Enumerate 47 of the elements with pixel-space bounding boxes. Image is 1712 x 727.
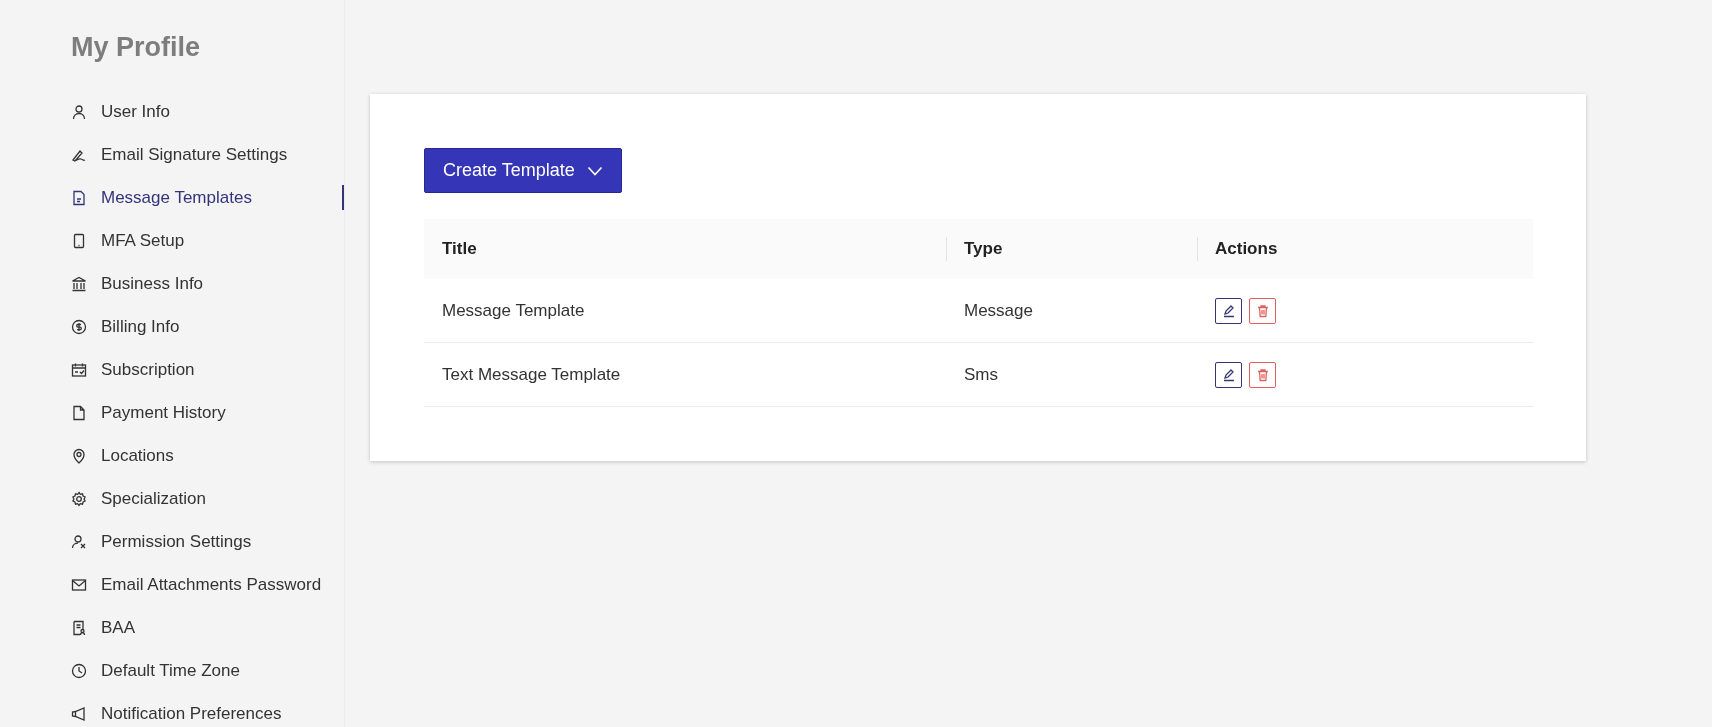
page-title: My Profile — [71, 32, 202, 63]
calendar-icon — [71, 361, 87, 378]
sidebar-item[interactable]: Email Signature Settings — [71, 133, 344, 176]
sidebar-item[interactable]: Billing Info — [71, 305, 344, 348]
sidebar-item[interactable]: Payment History — [71, 391, 344, 434]
sidebar-item[interactable]: Subscription — [71, 348, 344, 391]
sidebar-item[interactable]: Permission Settings — [71, 520, 344, 563]
create-template-button[interactable]: Create Template — [424, 148, 622, 193]
tablet-icon — [71, 232, 87, 249]
table-cell: Text Message Template — [424, 342, 946, 407]
dollar-icon — [71, 318, 87, 335]
gear-icon — [71, 490, 87, 507]
edit-button[interactable] — [1215, 361, 1242, 388]
file-icon — [71, 404, 87, 421]
table-cell: Message Template — [424, 279, 946, 343]
sidebar-item[interactable]: MFA Setup — [71, 219, 344, 262]
sidebar-item[interactable]: BAA — [71, 606, 344, 649]
sidebar-item[interactable]: User Info — [71, 90, 344, 133]
megaphone-icon — [71, 705, 87, 722]
active-indicator — [342, 185, 344, 210]
sidebar-item[interactable]: Specialization — [71, 477, 344, 520]
location-pin-icon — [71, 447, 87, 464]
sidebar-item[interactable]: Message Templates — [71, 176, 344, 219]
trash-icon — [1255, 303, 1270, 318]
delete-button[interactable] — [1249, 297, 1276, 324]
trash-icon — [1255, 367, 1270, 382]
edit-button[interactable] — [1215, 297, 1242, 324]
table-cell: Sms — [946, 342, 1197, 407]
report-icon — [71, 619, 87, 636]
envelope-icon — [71, 576, 87, 593]
user-icon — [71, 103, 87, 120]
sidebar-item[interactable]: Email Attachments Password — [71, 563, 344, 606]
sidebar-item[interactable]: Default Time Zone — [71, 649, 344, 692]
bank-icon — [71, 275, 87, 292]
pencil-icon — [1221, 367, 1236, 382]
column-header: Title — [424, 219, 946, 279]
pencil-icon — [1221, 303, 1236, 318]
document-icon — [71, 189, 87, 206]
delete-button[interactable] — [1249, 361, 1276, 388]
chevron-down-icon — [586, 164, 603, 177]
column-header: Actions — [1197, 219, 1533, 279]
sidebar-item[interactable]: Business Info — [71, 262, 344, 305]
sidebar-item[interactable]: Notification Preferences — [71, 692, 344, 727]
clock-icon — [71, 662, 87, 679]
column-header: Type — [946, 219, 1197, 279]
sidebar-item[interactable]: Locations — [71, 434, 344, 477]
table-cell: Message — [946, 279, 1197, 343]
